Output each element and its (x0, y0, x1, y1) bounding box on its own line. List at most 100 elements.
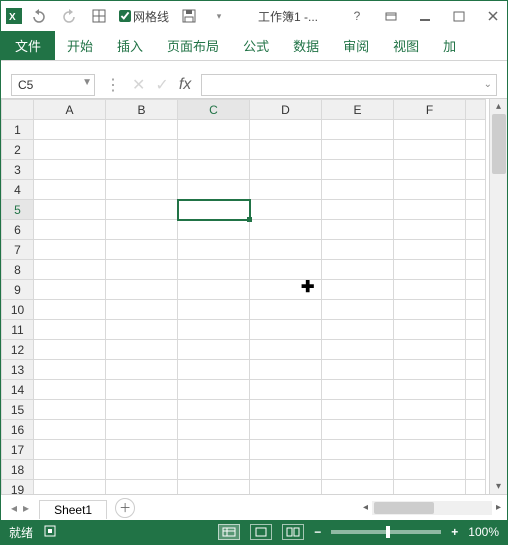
cell-D6[interactable] (250, 220, 322, 240)
add-sheet-button[interactable]: ＋ (115, 498, 135, 518)
zoom-level[interactable]: 100% (468, 525, 499, 539)
cell-D1[interactable] (250, 120, 322, 140)
cell-E2[interactable] (322, 140, 394, 160)
cell-F3[interactable] (394, 160, 466, 180)
cell-E15[interactable] (322, 400, 394, 420)
row-header-18[interactable]: 18 (2, 460, 34, 480)
cell-extra-19[interactable] (466, 480, 486, 495)
cell-D13[interactable] (250, 360, 322, 380)
cell-E1[interactable] (322, 120, 394, 140)
cell-A15[interactable] (34, 400, 106, 420)
cell-F2[interactable] (394, 140, 466, 160)
cell-C11[interactable] (178, 320, 250, 340)
close-button[interactable] (483, 6, 503, 26)
cell-D4[interactable] (250, 180, 322, 200)
view-pagebreak-button[interactable] (282, 524, 304, 540)
view-normal-button[interactable] (218, 524, 240, 540)
cell-F13[interactable] (394, 360, 466, 380)
zoom-in-button[interactable]: + (451, 525, 458, 539)
scroll-down-icon[interactable]: ▾ (496, 481, 501, 492)
cell-A1[interactable] (34, 120, 106, 140)
cell-B15[interactable] (106, 400, 178, 420)
cell-A4[interactable] (34, 180, 106, 200)
scroll-left-icon[interactable]: ◂ (363, 502, 368, 513)
cell-F4[interactable] (394, 180, 466, 200)
expand-formula-icon[interactable]: ⌄ (484, 79, 492, 90)
cell-A2[interactable] (34, 140, 106, 160)
name-box-dropdown-icon[interactable]: ▼ (82, 77, 92, 88)
cell-E13[interactable] (322, 360, 394, 380)
cell-F6[interactable] (394, 220, 466, 240)
sheet-nav-next-icon[interactable]: ▸ (23, 501, 29, 515)
cell-A10[interactable] (34, 300, 106, 320)
cell-C16[interactable] (178, 420, 250, 440)
tab-addins[interactable]: 加 (431, 31, 468, 60)
grid-scroll[interactable]: ABCDEF1234567891011121314151617181920 ✚ (1, 99, 489, 494)
cell-extra-18[interactable] (466, 460, 486, 480)
cell-C8[interactable] (178, 260, 250, 280)
cell-B13[interactable] (106, 360, 178, 380)
tab-layout[interactable]: 页面布局 (155, 31, 231, 60)
cell-F16[interactable] (394, 420, 466, 440)
more-icon[interactable]: ⋮ (105, 75, 122, 95)
cell-E18[interactable] (322, 460, 394, 480)
cell-C7[interactable] (178, 240, 250, 260)
cell-extra-14[interactable] (466, 380, 486, 400)
cell-extra-2[interactable] (466, 140, 486, 160)
col-header-D[interactable]: D (250, 100, 322, 120)
tab-formula[interactable]: 公式 (231, 31, 281, 60)
zoom-knob[interactable] (386, 526, 390, 538)
cell-A11[interactable] (34, 320, 106, 340)
cell-extra-6[interactable] (466, 220, 486, 240)
cell-extra-11[interactable] (466, 320, 486, 340)
row-header-15[interactable]: 15 (2, 400, 34, 420)
cell-B18[interactable] (106, 460, 178, 480)
tab-review[interactable]: 审阅 (331, 31, 381, 60)
formula-input[interactable]: ⌄ (201, 74, 497, 96)
tab-insert[interactable]: 插入 (105, 31, 155, 60)
cell-D9[interactable] (250, 280, 322, 300)
row-header-7[interactable]: 7 (2, 240, 34, 260)
cell-A5[interactable] (34, 200, 106, 220)
cell-C13[interactable] (178, 360, 250, 380)
sheet-nav-prev-icon[interactable]: ◂ (11, 501, 17, 515)
cell-D14[interactable] (250, 380, 322, 400)
tab-home[interactable]: 开始 (55, 31, 105, 60)
zoom-slider[interactable] (331, 530, 441, 534)
cell-D8[interactable] (250, 260, 322, 280)
cell-A12[interactable] (34, 340, 106, 360)
zoom-out-button[interactable]: − (314, 525, 321, 539)
cell-B17[interactable] (106, 440, 178, 460)
minimize-button[interactable] (415, 6, 435, 26)
tab-data[interactable]: 数据 (281, 31, 331, 60)
save-button[interactable] (179, 6, 199, 26)
grid-button[interactable] (89, 6, 109, 26)
cell-B2[interactable] (106, 140, 178, 160)
row-header-13[interactable]: 13 (2, 360, 34, 380)
cell-E9[interactable] (322, 280, 394, 300)
cell-F1[interactable] (394, 120, 466, 140)
cell-F15[interactable] (394, 400, 466, 420)
ribbon-options-button[interactable] (381, 6, 401, 26)
cell-A17[interactable] (34, 440, 106, 460)
row-header-2[interactable]: 2 (2, 140, 34, 160)
cell-A18[interactable] (34, 460, 106, 480)
gridlines-checkbox[interactable] (119, 10, 131, 22)
cell-extra-12[interactable] (466, 340, 486, 360)
cell-D19[interactable] (250, 480, 322, 495)
vertical-scrollbar[interactable]: ▴ ▾ (489, 99, 507, 494)
cell-C5[interactable] (178, 200, 250, 220)
row-header-3[interactable]: 3 (2, 160, 34, 180)
col-header-F[interactable]: F (394, 100, 466, 120)
cell-B9[interactable] (106, 280, 178, 300)
cell-D12[interactable] (250, 340, 322, 360)
cell-B11[interactable] (106, 320, 178, 340)
sheet-tab-1[interactable]: Sheet1 (39, 500, 107, 519)
hscroll-track[interactable] (372, 501, 492, 515)
cell-E16[interactable] (322, 420, 394, 440)
cell-D17[interactable] (250, 440, 322, 460)
cell-F17[interactable] (394, 440, 466, 460)
cell-C19[interactable] (178, 480, 250, 495)
row-header-11[interactable]: 11 (2, 320, 34, 340)
cell-F10[interactable] (394, 300, 466, 320)
